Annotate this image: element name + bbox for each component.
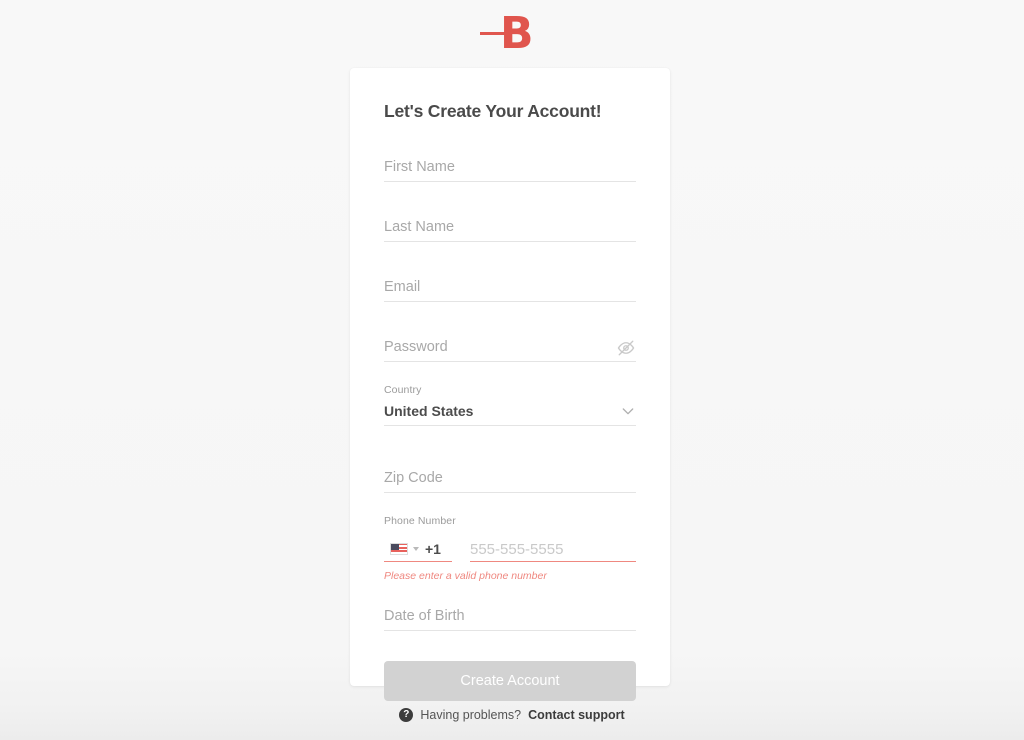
email-field[interactable]: Email [384,266,636,302]
phone-number-placeholder: 555-555-5555 [470,541,564,558]
date-of-birth-placeholder: Date of Birth [384,608,465,624]
last-name-field[interactable]: Last Name [384,206,636,242]
phone-number-input[interactable]: 555-555-5555 [470,536,636,562]
password-placeholder: Password [384,339,448,355]
password-field[interactable]: Password [384,326,636,362]
phone-dial-code: +1 [425,540,441,557]
signup-page: B Let's Create Your Account! First Name … [0,0,1024,740]
first-name-field[interactable]: First Name [384,146,636,182]
footer-help-text: Having problems? [420,708,522,722]
country-select[interactable]: Country United States [384,384,636,426]
footer: ? Having problems? Contact support [0,708,1024,722]
question-mark-icon[interactable]: ? [399,708,414,722]
logo-letter: B [500,8,534,59]
us-flag-icon [390,542,408,555]
phone-error-message: Please enter a valid phone number [384,570,547,582]
create-account-button[interactable]: Create Account [384,661,636,701]
country-value: United States [384,403,474,419]
last-name-placeholder: Last Name [384,219,455,235]
brand-logo: B [0,8,1024,60]
zip-code-field[interactable]: Zip Code [384,457,636,493]
country-label: Country [384,384,422,396]
caret-down-icon [413,546,419,551]
email-placeholder: Email [384,279,421,295]
phone-number-block: Phone Number +1 555-555-5555 Please ente… [384,515,636,582]
eye-off-icon[interactable] [617,339,635,357]
chevron-down-icon[interactable] [620,403,636,419]
phone-country-selector[interactable]: +1 [384,536,452,562]
zip-code-placeholder: Zip Code [384,470,443,486]
signup-card: Let's Create Your Account! First Name La… [350,68,670,701]
phone-number-label: Phone Number [384,515,456,527]
date-of-birth-field[interactable]: Date of Birth [384,595,636,631]
first-name-placeholder: First Name [384,159,455,175]
page-title: Let's Create Your Account! [384,101,602,121]
contact-support-link[interactable]: Contact support [528,708,625,722]
